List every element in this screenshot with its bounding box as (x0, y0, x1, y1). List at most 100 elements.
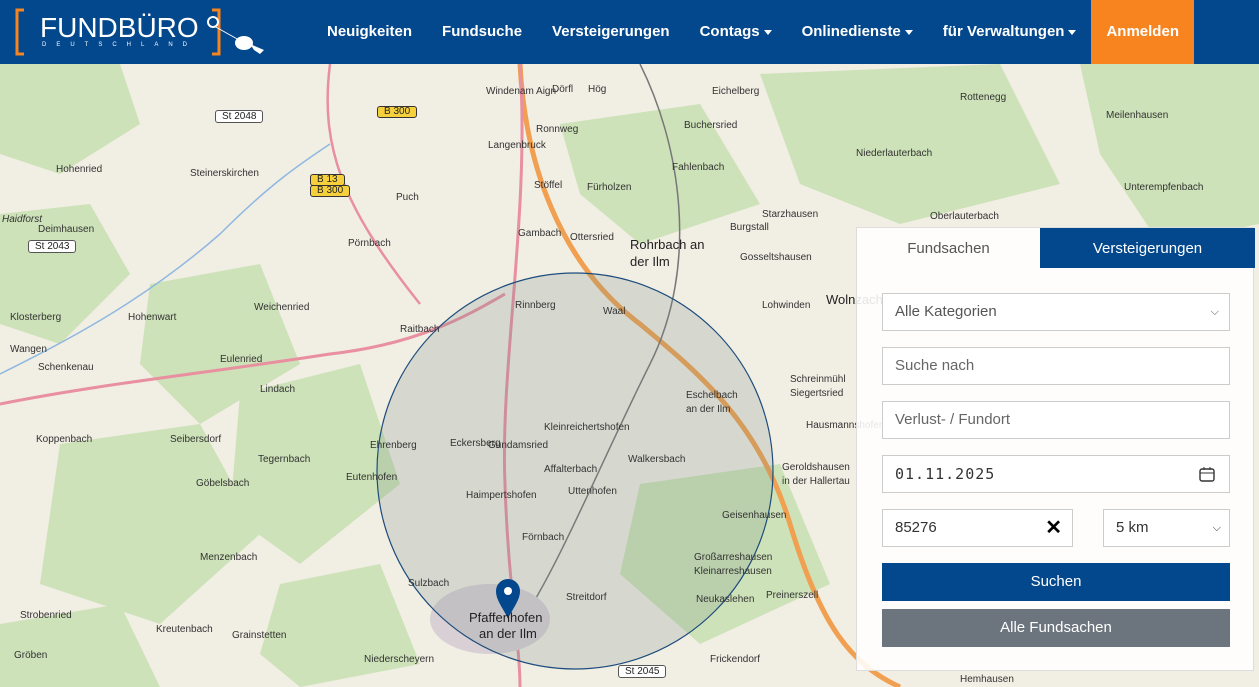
map-place-label: Preinerszell (766, 590, 819, 601)
all-items-button[interactable]: Alle Fundsachen (882, 609, 1230, 647)
map-place-label: Eutenhofen (346, 472, 398, 483)
search-panel: Fundsachen Versteigerungen Alle Kategori… (856, 227, 1255, 671)
nav-label: Contags (699, 23, 760, 40)
map-place-label: Menzenbach (200, 552, 258, 563)
forest-area (260, 564, 420, 687)
map-place-label: Langenbruck (488, 140, 546, 151)
map-place-label: Haimpertshofen (466, 490, 537, 501)
login-button[interactable]: Anmelden (1091, 0, 1194, 64)
map-place-label: Rinnberg (515, 300, 556, 311)
map-place-label: Förnbach (522, 532, 565, 543)
map-place-label: Waal (603, 306, 626, 317)
map-place-label: Puch (396, 192, 419, 203)
map-place-label: Steinerskirchen (190, 168, 259, 179)
map-place-label: Wangen (10, 344, 47, 355)
caret-down-icon (904, 29, 913, 35)
map-place-label: Großarreshausen (694, 552, 773, 563)
map-place-label: Affalterbach (544, 464, 598, 475)
road-shield: St 2048 (215, 110, 264, 123)
location-input[interactable]: Verlust- / Fundort (882, 401, 1230, 439)
map-place-label: Unterempfenbach (1124, 182, 1204, 193)
map-place-label: Meilenhausen (1106, 110, 1169, 121)
map-place-label: Stöffel (534, 180, 563, 191)
map-place-label: Raitbach (400, 324, 440, 335)
nav-item-onlinedienste[interactable]: Onlinedienste (787, 0, 928, 64)
map-place-label: Hohenried (56, 164, 103, 175)
map-place-label: Sulzbach (408, 578, 450, 589)
category-select[interactable]: Alle Kategorien ⌵ (882, 293, 1230, 331)
map-place-label: Eulenried (220, 354, 263, 365)
query-input[interactable]: Suche nach (882, 347, 1230, 385)
map-place-label: Frickendorf (710, 654, 761, 665)
radius-value: 5 km (1116, 519, 1149, 536)
logo-title: FUNDBÜRO (40, 12, 199, 43)
map-place-label: Dörfl (552, 84, 574, 95)
map-place-label: der Ilm (630, 254, 670, 269)
radius-select[interactable]: 5 km ⌵ (1103, 509, 1230, 547)
map-place-label: Starzhausen (762, 209, 819, 220)
calendar-icon[interactable] (1199, 466, 1215, 482)
map-place-label: Haidforst (2, 214, 43, 225)
map-place-label: Ottersried (570, 232, 614, 243)
fundbuero-logo[interactable]: FUNDBÜRO DEUTSCHLAND (14, 8, 269, 58)
road-shield: St 2045 (618, 665, 667, 678)
map-place-label: Kleinreichertshofen (544, 422, 630, 433)
nav-item-fundsuche[interactable]: Fundsuche (427, 0, 537, 64)
tab-versteigerungen[interactable]: Versteigerungen (1040, 228, 1255, 268)
map-place-label: Göbelsbach (196, 478, 250, 489)
map-place-label: Gröben (14, 650, 48, 661)
forest-area (760, 64, 1060, 224)
map-place-label: Deimhausen (38, 224, 95, 235)
nav-item-neuigkeiten[interactable]: Neuigkeiten (312, 0, 427, 64)
nav-label: Neuigkeiten (327, 23, 413, 40)
map-place-label: Grainstetten (232, 630, 287, 641)
nav-item-contags[interactable]: Contags (685, 0, 787, 64)
map-place-label: in der Hallertau (782, 476, 850, 487)
postcode-value: 85276 (895, 519, 937, 536)
clear-icon[interactable]: ✕ (1045, 510, 1062, 546)
tab-fundsachen[interactable]: Fundsachen (857, 228, 1040, 268)
nav-item-für-verwaltungen[interactable]: für Verwaltungen (928, 0, 1092, 64)
top-navbar: FUNDBÜRO DEUTSCHLAND Neuigkeiten Fundsuch… (0, 0, 1259, 64)
map-place-label: Windenam Aign (486, 86, 557, 97)
map-place-label: Uttenhofen (568, 486, 617, 497)
map-place-label: Hohenwart (128, 312, 177, 323)
map-place-label: Fürholzen (587, 182, 632, 193)
map-place-label: Burgstall (730, 222, 769, 233)
postcode-input[interactable]: 85276 ✕ (882, 509, 1073, 547)
map-place-label: an der Ilm (686, 404, 731, 415)
map-place-label: Klosterberg (10, 312, 62, 323)
date-input[interactable]: 01.11.2025 (882, 455, 1230, 493)
map-place-label: Kleinarreshausen (694, 566, 772, 577)
caret-down-icon (1068, 29, 1077, 35)
logo-subtitle: DEUTSCHLAND (42, 42, 198, 48)
nav-label: für Verwaltungen (942, 23, 1065, 40)
main-menu: Neuigkeiten Fundsuche Versteigerungen Conta… (312, 0, 1194, 64)
map-place-label: Kreutenbach (156, 624, 213, 635)
date-value: 01.11.2025 (895, 465, 996, 483)
forest-area (1080, 64, 1259, 244)
map-place-label: Fahlenbach (672, 162, 725, 173)
map-place-label: Tegernbach (258, 454, 311, 465)
category-value: Alle Kategorien (895, 303, 997, 320)
map-place-label: Neukaslehen (696, 594, 755, 605)
map-place-label: Schreinmühl (790, 374, 846, 385)
map-place-label: Eschelbach (686, 390, 738, 401)
road-shield: B 300 (377, 106, 418, 118)
nav-item-versteigerungen[interactable]: Versteigerungen (537, 0, 685, 64)
map-place-label: Geroldshausen (782, 462, 850, 473)
nav-label: Onlinedienste (801, 23, 901, 40)
map-place-label: Rohrbach an (630, 237, 705, 252)
chevron-down-icon: ⌵ (1212, 522, 1221, 534)
search-button[interactable]: Suchen (882, 563, 1230, 601)
nav-label: Fundsuche (442, 23, 523, 40)
forest-area (0, 64, 140, 174)
map-place-label: Rottenegg (960, 92, 1007, 103)
map-place-label: Ehrenberg (370, 440, 417, 451)
caret-down-icon (763, 29, 772, 35)
forest-area (40, 424, 260, 624)
map-place-label: Strobenried (20, 610, 72, 621)
map-place-label: Weichenried (254, 302, 310, 313)
map-place-label: Niederlauterbach (856, 148, 933, 159)
map-place-label: Hög (588, 84, 607, 95)
